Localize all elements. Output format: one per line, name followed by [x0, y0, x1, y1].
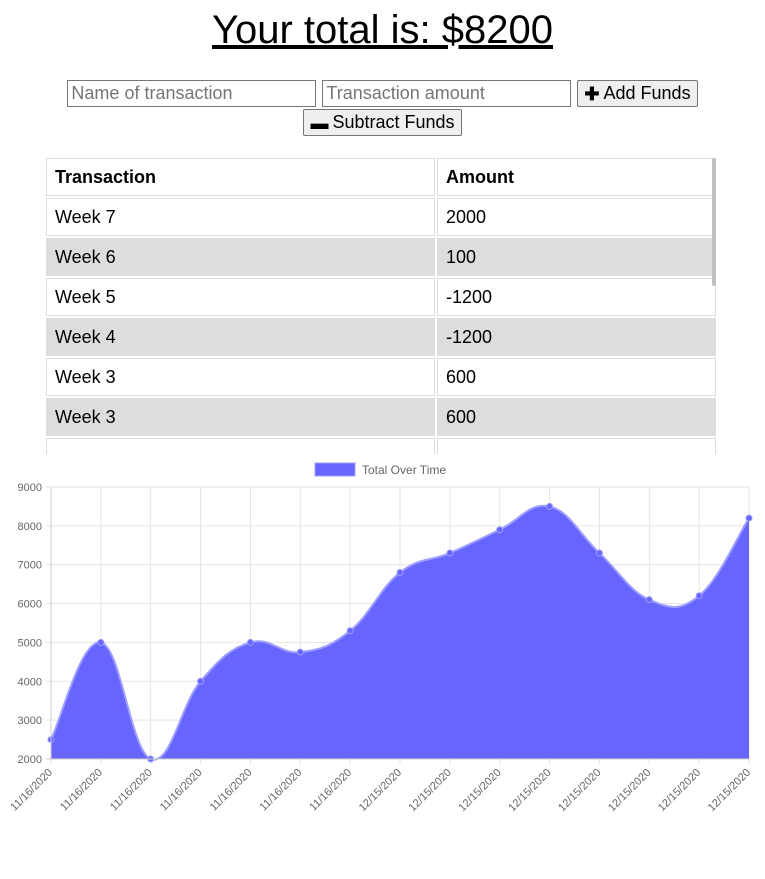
- subtract-funds-label: Subtract Funds: [332, 112, 455, 132]
- add-funds-label: Add Funds: [603, 83, 691, 103]
- transaction-name-cell: Week 4: [46, 318, 435, 356]
- data-point: [197, 677, 205, 685]
- y-tick-label: 3000: [18, 715, 42, 727]
- y-tick-label: 2000: [18, 754, 42, 766]
- x-tick-label: 11/16/2020: [58, 767, 105, 814]
- transactions-table: Transaction Amount Week 7 2000 Week 6 10…: [44, 156, 718, 454]
- transaction-form: ✚ Add Funds: [0, 80, 765, 107]
- table-row: Week 4 -1200: [46, 318, 716, 356]
- minus-icon: ▬: [310, 112, 329, 133]
- transaction-amount-cell: [437, 438, 716, 454]
- x-tick-label: 11/16/2020: [208, 767, 255, 814]
- transaction-amount-cell: -1200: [437, 318, 716, 356]
- x-tick-label: 12/15/2020: [556, 767, 603, 814]
- data-point: [645, 596, 653, 604]
- table-row: Week 5 -1200: [46, 278, 716, 316]
- data-point: [496, 526, 504, 534]
- transaction-name-cell: Week 5: [46, 278, 435, 316]
- table-row: Week 3 600: [46, 398, 716, 436]
- column-header-amount: Amount: [437, 158, 716, 196]
- y-tick-label: 6000: [18, 599, 42, 611]
- y-tick-label: 8000: [18, 521, 42, 533]
- x-tick-label: 11/16/2020: [307, 767, 354, 814]
- x-tick-label: 12/15/2020: [407, 767, 454, 814]
- column-header-transaction: Transaction: [46, 158, 435, 196]
- table-row: Week 6 100: [46, 238, 716, 276]
- transactions-table-container[interactable]: Transaction Amount Week 7 2000 Week 6 10…: [44, 156, 718, 454]
- balance-chart: 2000 3000 4000 5000 6000 7000 8000 9000 11/16/20…: [0, 456, 765, 836]
- add-funds-button[interactable]: ✚ Add Funds: [577, 80, 698, 107]
- table-row: Week 7 2000: [46, 198, 716, 236]
- transaction-amount-input[interactable]: [322, 80, 572, 107]
- x-tick-label: 11/16/2020: [158, 767, 205, 814]
- data-point: [695, 592, 703, 600]
- transaction-name-input[interactable]: [67, 80, 317, 107]
- transaction-amount-cell: 600: [437, 398, 716, 436]
- x-tick-label: 12/15/2020: [456, 767, 503, 814]
- data-point: [346, 627, 354, 635]
- data-point: [296, 648, 304, 656]
- x-tick-label: 12/15/2020: [357, 767, 404, 814]
- transaction-name-cell: Week 3: [46, 398, 435, 436]
- data-point: [396, 568, 404, 576]
- x-tick-label: 12/15/2020: [606, 767, 653, 814]
- data-point: [446, 549, 454, 557]
- data-point: [546, 502, 554, 510]
- transaction-name-cell: [46, 438, 435, 454]
- transaction-name-cell: Week 6: [46, 238, 435, 276]
- x-tick-label: 12/15/2020: [656, 767, 703, 814]
- x-tick-label: 11/16/2020: [108, 767, 155, 814]
- table-row: Week 3 600: [46, 358, 716, 396]
- x-tick-label: 11/16/2020: [258, 767, 305, 814]
- y-tick-label: 5000: [18, 637, 42, 649]
- transaction-name-cell: Week 7: [46, 198, 435, 236]
- data-point: [745, 514, 753, 522]
- plus-icon: ✚: [584, 83, 600, 104]
- data-point: [97, 638, 105, 646]
- data-point: [246, 638, 254, 646]
- balance-chart-svg: 2000 3000 4000 5000 6000 7000 8000 9000 11/16/20…: [8, 462, 753, 814]
- y-tick-label: 7000: [18, 560, 42, 572]
- data-point: [595, 549, 603, 557]
- total-heading: Your total is: $8200: [212, 8, 553, 52]
- table-scrollbar[interactable]: [712, 158, 716, 286]
- x-tick-label: 12/15/2020: [506, 767, 553, 814]
- legend-label: Total Over Time: [362, 463, 446, 477]
- transaction-amount-cell: 600: [437, 358, 716, 396]
- y-tick-label: 4000: [18, 676, 42, 688]
- x-tick-label: 12/15/2020: [706, 767, 753, 814]
- transaction-amount-cell: 100: [437, 238, 716, 276]
- table-row: [46, 438, 716, 454]
- x-tick-label: 11/16/2020: [8, 767, 55, 814]
- table-header-row: Transaction Amount: [46, 158, 716, 196]
- y-tick-label: 9000: [18, 482, 42, 494]
- legend-swatch: [314, 462, 356, 477]
- subtract-funds-button[interactable]: ▬ Subtract Funds: [303, 109, 462, 136]
- transaction-amount-cell: 2000: [437, 198, 716, 236]
- transaction-name-cell: Week 3: [46, 358, 435, 396]
- transaction-amount-cell: -1200: [437, 278, 716, 316]
